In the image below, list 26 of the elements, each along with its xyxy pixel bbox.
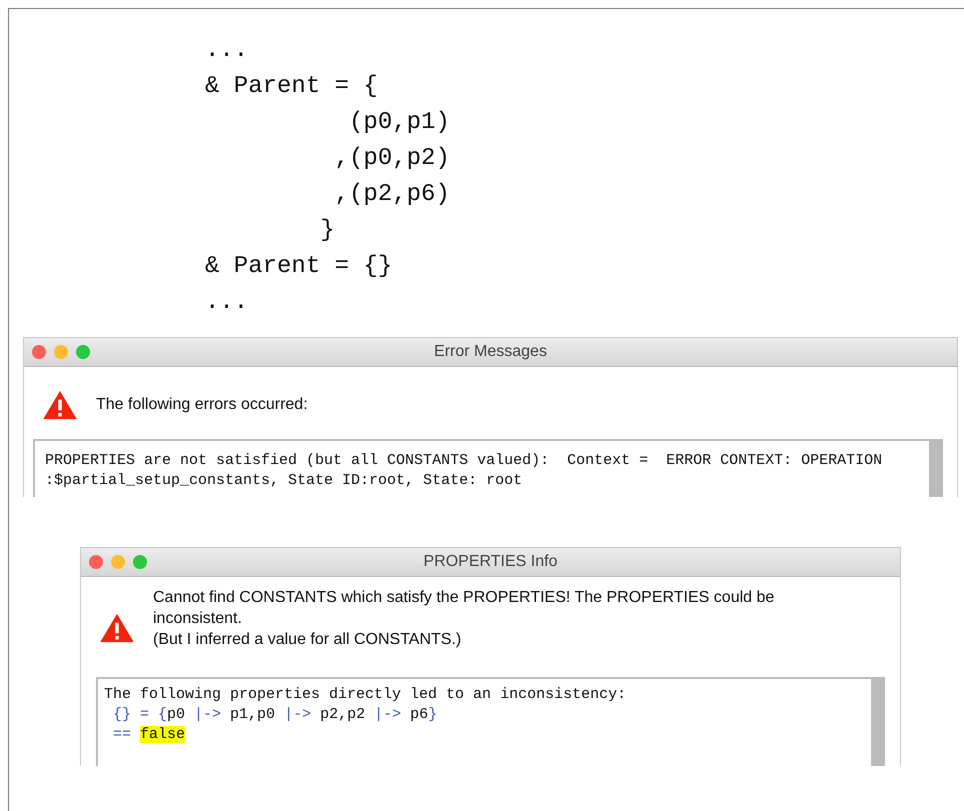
warning-icon (99, 613, 135, 643)
zoom-button[interactable] (76, 345, 90, 359)
close-button[interactable] (32, 345, 46, 359)
minimize-button[interactable] (54, 345, 68, 359)
detail-line: {} = {p0 |-> p1,p0 |-> p2,p2 |-> p6} (112, 705, 438, 725)
error-message-line: :$partial_setup_constants, State ID:root, State: root (45, 471, 524, 491)
error-message-line: PROPERTIES are not satisfied (but all CONSTANTS valued): Context = ERROR CONTEXT: OPERATION (45, 451, 884, 471)
code-line: } (319, 216, 336, 246)
info-message: (But I inferred a value for all CONSTANTS.) (153, 630, 462, 650)
window-title: PROPERTIES Info (424, 553, 558, 571)
detail-line: The following properties directly led to an inconsistency: (104, 685, 628, 705)
zoom-button[interactable] (133, 555, 147, 569)
code-line: ... (205, 288, 250, 318)
code-line: & Parent = { (205, 72, 379, 102)
code-line: ... (205, 36, 250, 66)
code-line: ,(p2,p6) (334, 180, 451, 210)
warning-icon (42, 390, 78, 420)
minimize-button[interactable] (111, 555, 125, 569)
close-button[interactable] (89, 555, 103, 569)
detail-line: == false (112, 725, 186, 745)
code-line: (p0,p1) (348, 108, 451, 138)
code-line: ,(p0,p2) (334, 144, 451, 174)
code-line: & Parent = {} (205, 252, 394, 282)
window-title: Error Messages (434, 343, 547, 361)
info-message: Cannot find CONSTANTS which satisfy the PROPERTIES! The PROPERTIES could be inconsistent. (153, 588, 776, 629)
error-heading: The following errors occurred: (96, 396, 308, 414)
